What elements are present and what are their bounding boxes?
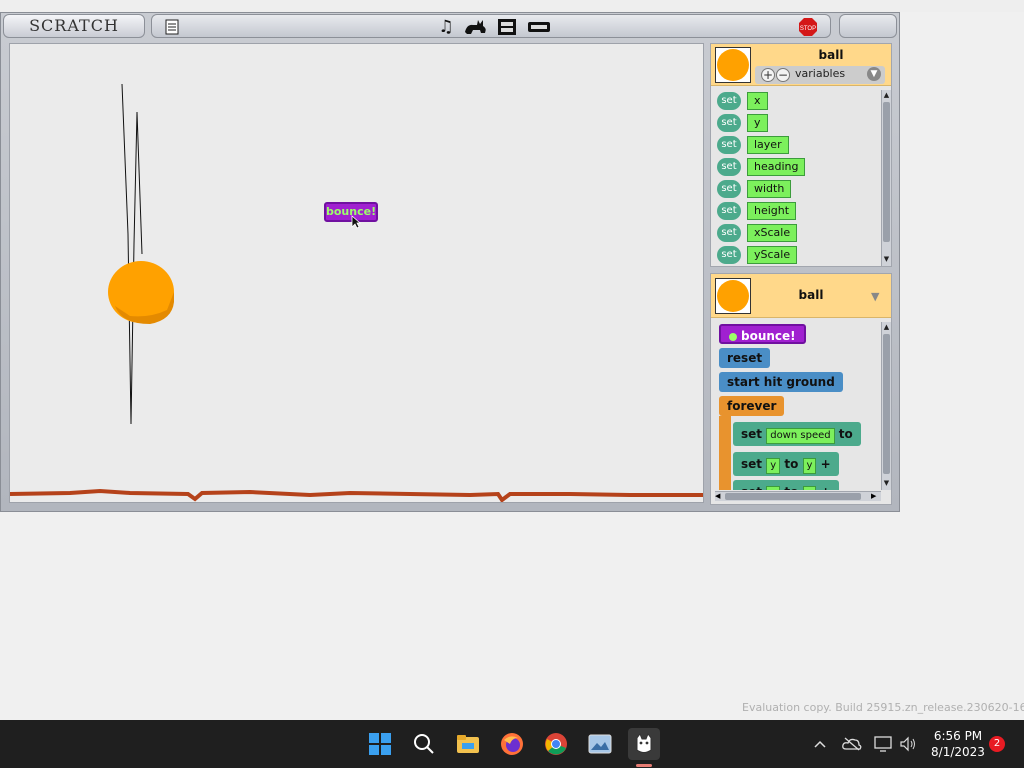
- set-x-block[interactable]: set x to x +: [733, 480, 839, 490]
- scripts-panel: ball ▼ bounce! reset start hit ground fo…: [710, 273, 892, 505]
- scratch-logo[interactable]: SCRATCH: [3, 14, 145, 38]
- variable-chip[interactable]: y: [766, 458, 781, 474]
- variable-chip[interactable]: heading: [747, 158, 806, 176]
- toolbar: ♫ STOP: [151, 14, 831, 38]
- green-dot-icon: [729, 332, 737, 341]
- scripts-horizontal-scrollbar[interactable]: ◀ ▶: [715, 491, 881, 501]
- active-app-indicator: [636, 764, 652, 767]
- set-button[interactable]: set: [717, 114, 741, 132]
- stop-icon[interactable]: STOP: [798, 18, 818, 36]
- sprite-thumbnail[interactable]: [715, 47, 751, 83]
- window-controls-tab[interactable]: [839, 14, 897, 38]
- scroll-left-icon[interactable]: ◀: [715, 492, 720, 501]
- to-label: to: [784, 457, 799, 471]
- set-button[interactable]: set: [717, 158, 741, 176]
- reset-block[interactable]: reset: [719, 348, 771, 368]
- scroll-down-icon[interactable]: ▼: [882, 255, 891, 264]
- window-title-strip: [0, 0, 1024, 12]
- set-button[interactable]: set: [717, 92, 741, 110]
- chrome-icon[interactable]: [540, 728, 572, 760]
- variable-chip[interactable]: x: [802, 486, 817, 490]
- variables-scrollbar[interactable]: ▲ ▼: [881, 90, 891, 266]
- variable-chip[interactable]: width: [747, 180, 792, 198]
- variable-chip[interactable]: x: [747, 92, 768, 110]
- set-button[interactable]: set: [717, 246, 741, 264]
- camera-icon[interactable]: [526, 18, 552, 36]
- film-icon[interactable]: [496, 18, 518, 36]
- taskbar: 6:56 PM 8/1/2023 2: [0, 720, 1024, 768]
- variable-chip[interactable]: x: [766, 486, 781, 490]
- scroll-down-icon[interactable]: ▼: [882, 479, 891, 488]
- scripts-header: ball ▼: [711, 274, 891, 318]
- stage-drawing: [10, 83, 703, 502]
- variable-tools: + − variables ▼: [755, 66, 885, 84]
- set-y-block[interactable]: set y to y +: [733, 452, 839, 476]
- chevron-down-icon[interactable]: ▼: [871, 290, 879, 303]
- bounce-hat-block[interactable]: bounce!: [719, 324, 806, 344]
- sprite-name-label: ball: [798, 288, 824, 302]
- variable-chip[interactable]: down speed: [766, 428, 835, 444]
- variable-chip[interactable]: y: [802, 458, 817, 474]
- scripts-vertical-scrollbar[interactable]: ▲ ▼: [881, 322, 891, 490]
- variable-chip[interactable]: layer: [747, 136, 789, 154]
- variable-chip[interactable]: xScale: [747, 224, 798, 242]
- variable-chip[interactable]: yScale: [747, 246, 798, 264]
- svg-text:STOP: STOP: [800, 26, 816, 32]
- menu-bar: SCRATCH ♫ STOP: [1, 13, 899, 41]
- chevron-down-icon[interactable]: ▼: [867, 67, 881, 81]
- firefox-icon[interactable]: [496, 728, 528, 760]
- forever-block[interactable]: forever: [719, 396, 785, 416]
- set-button[interactable]: set: [717, 136, 741, 154]
- cloud-offline-icon[interactable]: [842, 732, 862, 756]
- set-down-speed-block[interactable]: set down speed to: [733, 422, 861, 446]
- script-area[interactable]: bounce! reset start hit ground forever s…: [717, 322, 877, 490]
- start-hit-ground-block[interactable]: start hit ground: [719, 372, 843, 392]
- chevron-up-icon[interactable]: [812, 732, 828, 756]
- variables-panel: ball + − variables ▼ set x set y set lay…: [710, 43, 892, 267]
- scratch-app-icon[interactable]: [628, 728, 660, 760]
- scroll-right-icon[interactable]: ▶: [871, 492, 876, 501]
- sprite-thumbnail[interactable]: [715, 278, 751, 314]
- evaluation-watermark: Evaluation copy. Build 25915.zn_release.…: [742, 701, 1024, 714]
- set-label: set: [741, 485, 762, 490]
- forever-arm: [719, 416, 731, 490]
- set-label: set: [741, 457, 763, 471]
- file-explorer-icon[interactable]: [452, 728, 484, 760]
- set-button[interactable]: set: [717, 180, 741, 198]
- operator-label: +: [821, 485, 831, 490]
- operator-label: +: [820, 457, 831, 471]
- variable-chip[interactable]: y: [747, 114, 768, 132]
- scroll-thumb[interactable]: [725, 493, 861, 500]
- set-button[interactable]: set: [717, 202, 741, 220]
- notification-badge[interactable]: 2: [989, 736, 1005, 752]
- notes-icon[interactable]: [164, 18, 180, 36]
- windows-start-icon[interactable]: [364, 728, 396, 760]
- variable-chip[interactable]: height: [747, 202, 797, 220]
- set-button[interactable]: set: [717, 224, 741, 242]
- minus-icon[interactable]: −: [776, 68, 790, 82]
- stage[interactable]: bounce!: [9, 43, 704, 503]
- scroll-up-icon[interactable]: ▲: [882, 323, 891, 332]
- scroll-thumb[interactable]: [883, 334, 890, 474]
- search-icon[interactable]: [408, 728, 440, 760]
- music-note-icon[interactable]: ♫: [436, 17, 456, 37]
- category-dropdown-label[interactable]: variables: [795, 67, 845, 80]
- hat-label: bounce!: [741, 329, 796, 343]
- clock-date: 8/1/2023: [931, 745, 985, 759]
- variables-header: ball + − variables ▼: [711, 44, 891, 86]
- set-label: set: [741, 427, 763, 441]
- scratch-window: SCRATCH ♫ STOP bounce! ball + − variable…: [0, 12, 900, 512]
- scroll-up-icon[interactable]: ▲: [882, 91, 891, 100]
- sprite-cat-icon[interactable]: [462, 18, 490, 36]
- clock-time: 6:56 PM: [933, 729, 983, 743]
- plus-icon[interactable]: +: [761, 68, 775, 82]
- to-label: to: [838, 427, 853, 441]
- photos-app-icon[interactable]: [584, 728, 616, 760]
- to-label: to: [784, 485, 798, 490]
- volume-icon[interactable]: [898, 732, 918, 756]
- scroll-thumb[interactable]: [883, 102, 890, 242]
- system-clock[interactable]: 6:56 PM 8/1/2023: [926, 728, 990, 760]
- sprite-name-label: ball: [818, 48, 844, 62]
- network-icon[interactable]: [874, 732, 894, 756]
